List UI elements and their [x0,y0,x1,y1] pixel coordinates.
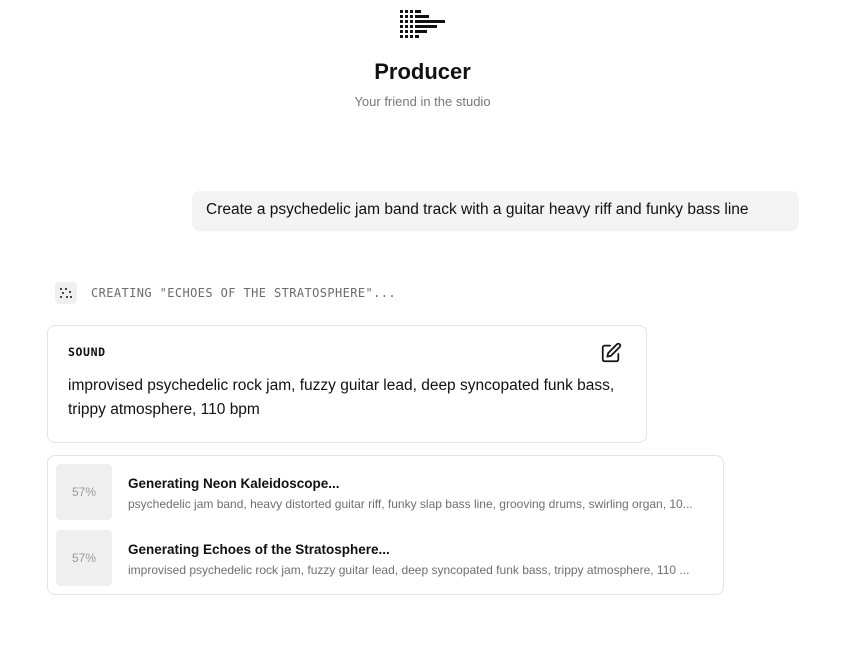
edit-sound-button[interactable] [600,342,622,364]
app-subtitle: Your friend in the studio [354,94,491,109]
tracks-list: 57% Generating Neon Kaleidoscope... psyc… [47,455,724,595]
track-item[interactable]: 57% Generating Neon Kaleidoscope... psyc… [56,464,716,520]
track-description: psychedelic jam band, heavy distorted gu… [128,497,693,511]
track-progress: 57% [56,530,112,586]
sound-card: SOUND improvised psychedelic rock jam, f… [47,325,647,443]
track-item[interactable]: 57% Generating Echoes of the Stratospher… [56,530,716,586]
track-title: Generating Neon Kaleidoscope... [128,476,340,491]
status-text: CREATING "ECHOES OF THE STRATOSPHERE"... [91,286,396,300]
sound-description: improvised psychedelic rock jam, fuzzy g… [68,377,615,418]
producer-page: Producer Your friend in the studio Creat… [0,0,845,648]
generation-status: CREATING "ECHOES OF THE STRATOSPHERE"... [55,282,396,304]
track-description: improvised psychedelic rock jam, fuzzy g… [128,563,690,577]
arrow-logo-icon [400,10,445,38]
dots-loading-icon [55,282,77,304]
track-title: Generating Echoes of the Stratosphere... [128,542,390,557]
track-progress: 57% [56,464,112,520]
sound-label: SOUND [68,345,106,359]
user-message-bubble: Create a psychedelic jam band track with… [192,191,799,231]
edit-icon [601,342,622,363]
app-title: Producer [374,59,471,84]
